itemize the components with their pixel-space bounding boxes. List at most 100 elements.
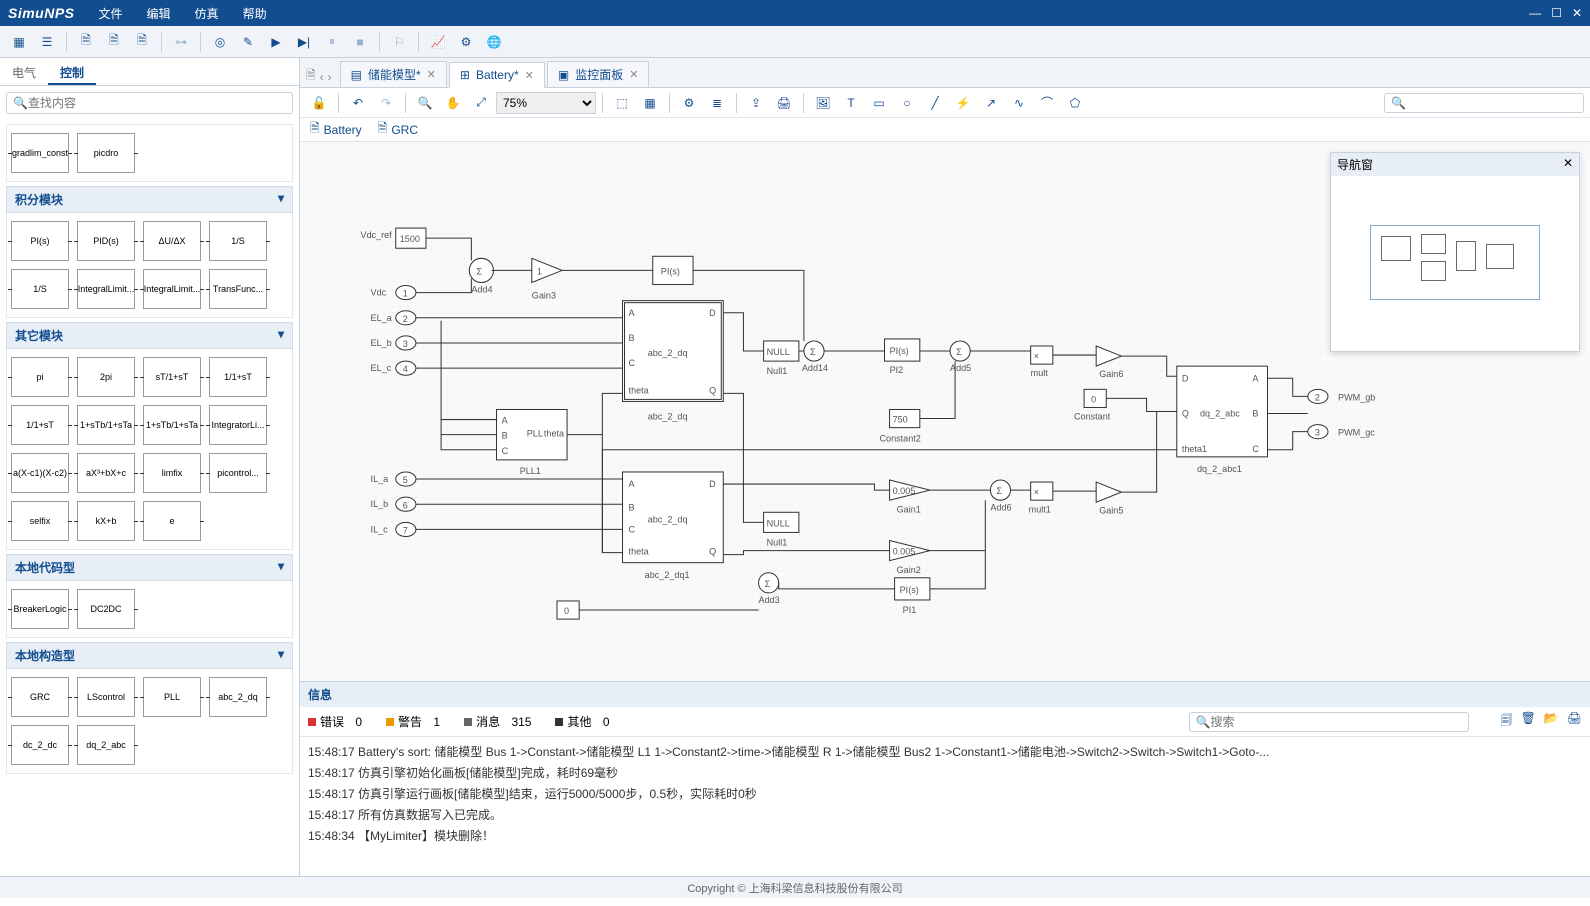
library-block[interactable]: 1/S <box>11 269 69 309</box>
library-block[interactable]: limfix <box>143 453 201 493</box>
doc2-icon[interactable]: 🗎 <box>101 29 127 55</box>
rect-icon[interactable]: ▭ <box>866 90 892 116</box>
sliders-icon[interactable]: ⚙ <box>453 29 479 55</box>
diagram-canvas[interactable]: Vdc_ref Vdc EL_a EL_b EL_c IL_a IL_b IL_… <box>300 142 1590 681</box>
library-block[interactable]: 1+sTb/1+sTa <box>143 405 201 445</box>
library-block[interactable]: dq_2_abc <box>77 725 135 765</box>
library-block[interactable]: PI(s) <box>11 221 69 261</box>
canvas-search[interactable]: 🔍 <box>1384 93 1584 113</box>
doc1-icon[interactable]: 🗎 <box>73 29 99 55</box>
filter-warn[interactable]: 警告 1 <box>386 713 440 730</box>
library-block[interactable]: IntegralLimit... <box>77 269 135 309</box>
chart-icon[interactable]: 📈 <box>425 29 451 55</box>
menu-file[interactable]: 文件 <box>99 5 123 22</box>
back-icon[interactable]: ‹ <box>320 70 324 84</box>
nav-overview[interactable]: 导航窗✕ <box>1330 152 1580 352</box>
library-block[interactable]: TransFunc... <box>209 269 267 309</box>
library-block[interactable]: 2pi <box>77 357 135 397</box>
trash-icon[interactable]: 🗑 <box>1521 711 1536 732</box>
grid-icon[interactable]: ▦ <box>6 29 32 55</box>
text-icon[interactable]: T <box>838 90 864 116</box>
library-block[interactable]: abc_2_dq <box>209 677 267 717</box>
export-icon[interactable]: ⇪ <box>743 90 769 116</box>
crumb-battery[interactable]: 🗎 Battery <box>310 119 362 140</box>
filter-msg[interactable]: 消息 315 <box>464 713 531 730</box>
layers-icon[interactable]: ≣ <box>704 90 730 116</box>
library-search[interactable]: 🔍 <box>6 92 293 114</box>
panel-other-head[interactable]: 其它模块▾ <box>6 322 293 349</box>
info-search[interactable]: 🔍 <box>1189 712 1469 732</box>
list-icon[interactable]: ☰ <box>34 29 60 55</box>
stop-icon[interactable]: ■ <box>347 29 373 55</box>
print-icon[interactable]: 🖨 <box>771 90 797 116</box>
printer-icon[interactable]: 🖨 <box>1567 711 1582 732</box>
tab-electrical[interactable]: 电气 <box>0 58 48 85</box>
target-icon[interactable]: ◎ <box>207 29 233 55</box>
library-block[interactable]: sT/1+sT <box>143 357 201 397</box>
line-icon[interactable]: ╱ <box>922 90 948 116</box>
image-icon[interactable]: 🖼 <box>810 90 836 116</box>
library-block[interactable]: IntegralLimit... <box>143 269 201 309</box>
close-tab-icon[interactable]: ✕ <box>629 68 638 81</box>
select-icon[interactable]: ⬚ <box>609 90 635 116</box>
edit-icon[interactable]: ✎ <box>235 29 261 55</box>
curve-icon[interactable]: ∿ <box>1006 90 1032 116</box>
library-block[interactable]: kX+b <box>77 501 135 541</box>
lock-icon[interactable]: 🔓 <box>306 90 332 116</box>
maximize-icon[interactable]: ☐ <box>1551 6 1562 20</box>
library-search-input[interactable] <box>28 96 286 110</box>
bolt-icon[interactable]: ⚡ <box>950 90 976 116</box>
library-block[interactable]: pi <box>11 357 69 397</box>
library-block[interactable]: DC2DC <box>77 589 135 629</box>
panel-code-head[interactable]: 本地代码型▾ <box>6 554 293 581</box>
region-icon[interactable]: ▦ <box>637 90 663 116</box>
menu-help[interactable]: 帮助 <box>243 5 267 22</box>
play-icon[interactable]: ▶ <box>263 29 289 55</box>
tab-model[interactable]: ▤储能模型*✕ <box>340 61 447 87</box>
fit-icon[interactable]: ⤢ <box>468 90 494 116</box>
tab-control[interactable]: 控制 <box>48 58 96 85</box>
poly-icon[interactable]: ⬠ <box>1062 90 1088 116</box>
menu-edit[interactable]: 编辑 <box>147 5 171 22</box>
library-block[interactable]: PID(s) <box>77 221 135 261</box>
canvas-search-input[interactable] <box>1406 96 1577 110</box>
library-block[interactable]: aX³+bX+c <box>77 453 135 493</box>
filter-error[interactable]: 错误 0 <box>308 713 362 730</box>
zoom-icon[interactable]: 🔍 <box>412 90 438 116</box>
fwd-icon[interactable]: › <box>328 70 332 84</box>
tab-monitor[interactable]: ▣监控面板✕ <box>547 61 650 87</box>
library-block[interactable]: LScontrol <box>77 677 135 717</box>
library-block[interactable]: picontrol... <box>209 453 267 493</box>
library-block[interactable]: selfix <box>11 501 69 541</box>
tab-battery[interactable]: ⊞Battery*✕ <box>449 62 545 88</box>
library-block[interactable]: PLL <box>143 677 201 717</box>
globe-icon[interactable]: 🌐 <box>481 29 507 55</box>
node-icon[interactable]: ⊶ <box>168 29 194 55</box>
copy-icon[interactable]: 🗐 <box>1501 711 1513 732</box>
arrow-icon[interactable]: ↗ <box>978 90 1004 116</box>
gear-icon[interactable]: ⚙ <box>676 90 702 116</box>
close-icon[interactable]: ✕ <box>1572 6 1582 20</box>
redo-icon[interactable]: ↷ <box>373 90 399 116</box>
info-search-input[interactable] <box>1211 715 1462 729</box>
blk-gradlim[interactable]: gradlim_const <box>11 133 69 173</box>
pause-icon[interactable]: ⏸ <box>319 29 345 55</box>
new-doc-icon[interactable]: 🗎 <box>306 66 316 87</box>
library-block[interactable]: 1+sTb/1+sTa <box>77 405 135 445</box>
zoom-select[interactable]: 75% <box>496 92 596 114</box>
filter-other[interactable]: 其他 0 <box>555 713 609 730</box>
library-block[interactable]: IntegratorLi... <box>209 405 267 445</box>
panel-struct-head[interactable]: 本地构造型▾ <box>6 642 293 669</box>
crumb-grc[interactable]: 🗎 GRC <box>378 119 418 140</box>
doc3-icon[interactable]: 🗎 <box>129 29 155 55</box>
minimap[interactable] <box>1370 225 1540 300</box>
arc-icon[interactable]: ⌒ <box>1034 90 1060 116</box>
menu-sim[interactable]: 仿真 <box>195 5 219 22</box>
library-block[interactable]: dc_2_dc <box>11 725 69 765</box>
close-tab-icon[interactable]: ✕ <box>427 68 436 81</box>
close-tab-icon[interactable]: ✕ <box>525 69 534 82</box>
flag-icon[interactable]: ⚐ <box>386 29 412 55</box>
undo-icon[interactable]: ↶ <box>345 90 371 116</box>
library-block[interactable]: 1/1+sT <box>209 357 267 397</box>
log-lines[interactable]: 15:48:17 Battery's sort: 储能模型 Bus 1->Con… <box>300 737 1590 876</box>
